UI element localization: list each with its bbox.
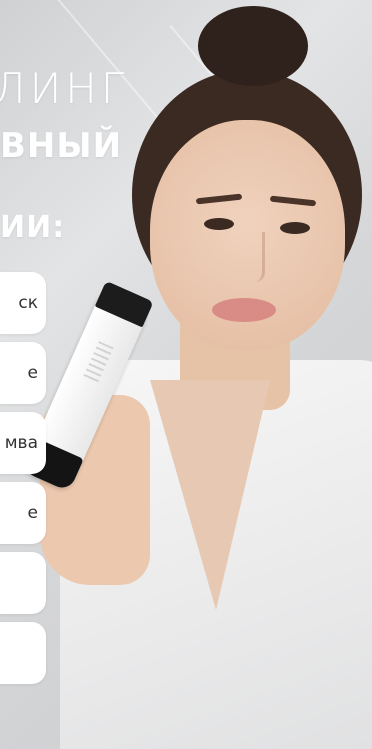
feature-label: мва xyxy=(4,433,38,453)
hair-bun xyxy=(198,6,308,86)
right-eye xyxy=(280,222,310,234)
feature-label: е xyxy=(27,503,38,523)
lips xyxy=(212,298,276,322)
nose xyxy=(240,232,265,282)
feature-pill-2: е xyxy=(0,342,46,404)
feature-label: ск xyxy=(18,293,38,313)
feature-pill-4: е xyxy=(0,482,46,544)
headline-line-1: ЛИНГ xyxy=(0,64,129,113)
feature-pill-3: мва xyxy=(0,412,46,474)
feature-pill-1: ск xyxy=(0,272,46,334)
headline-line-3: ИИ: xyxy=(0,210,66,245)
feature-pill-6 xyxy=(0,622,46,684)
device-spatula-tip xyxy=(94,280,154,328)
headline-line-2: ВНЫЙ xyxy=(0,126,123,166)
feature-pill-5 xyxy=(0,552,46,614)
feature-label: е xyxy=(27,363,38,383)
device-label xyxy=(82,341,114,385)
left-eye xyxy=(204,218,234,230)
